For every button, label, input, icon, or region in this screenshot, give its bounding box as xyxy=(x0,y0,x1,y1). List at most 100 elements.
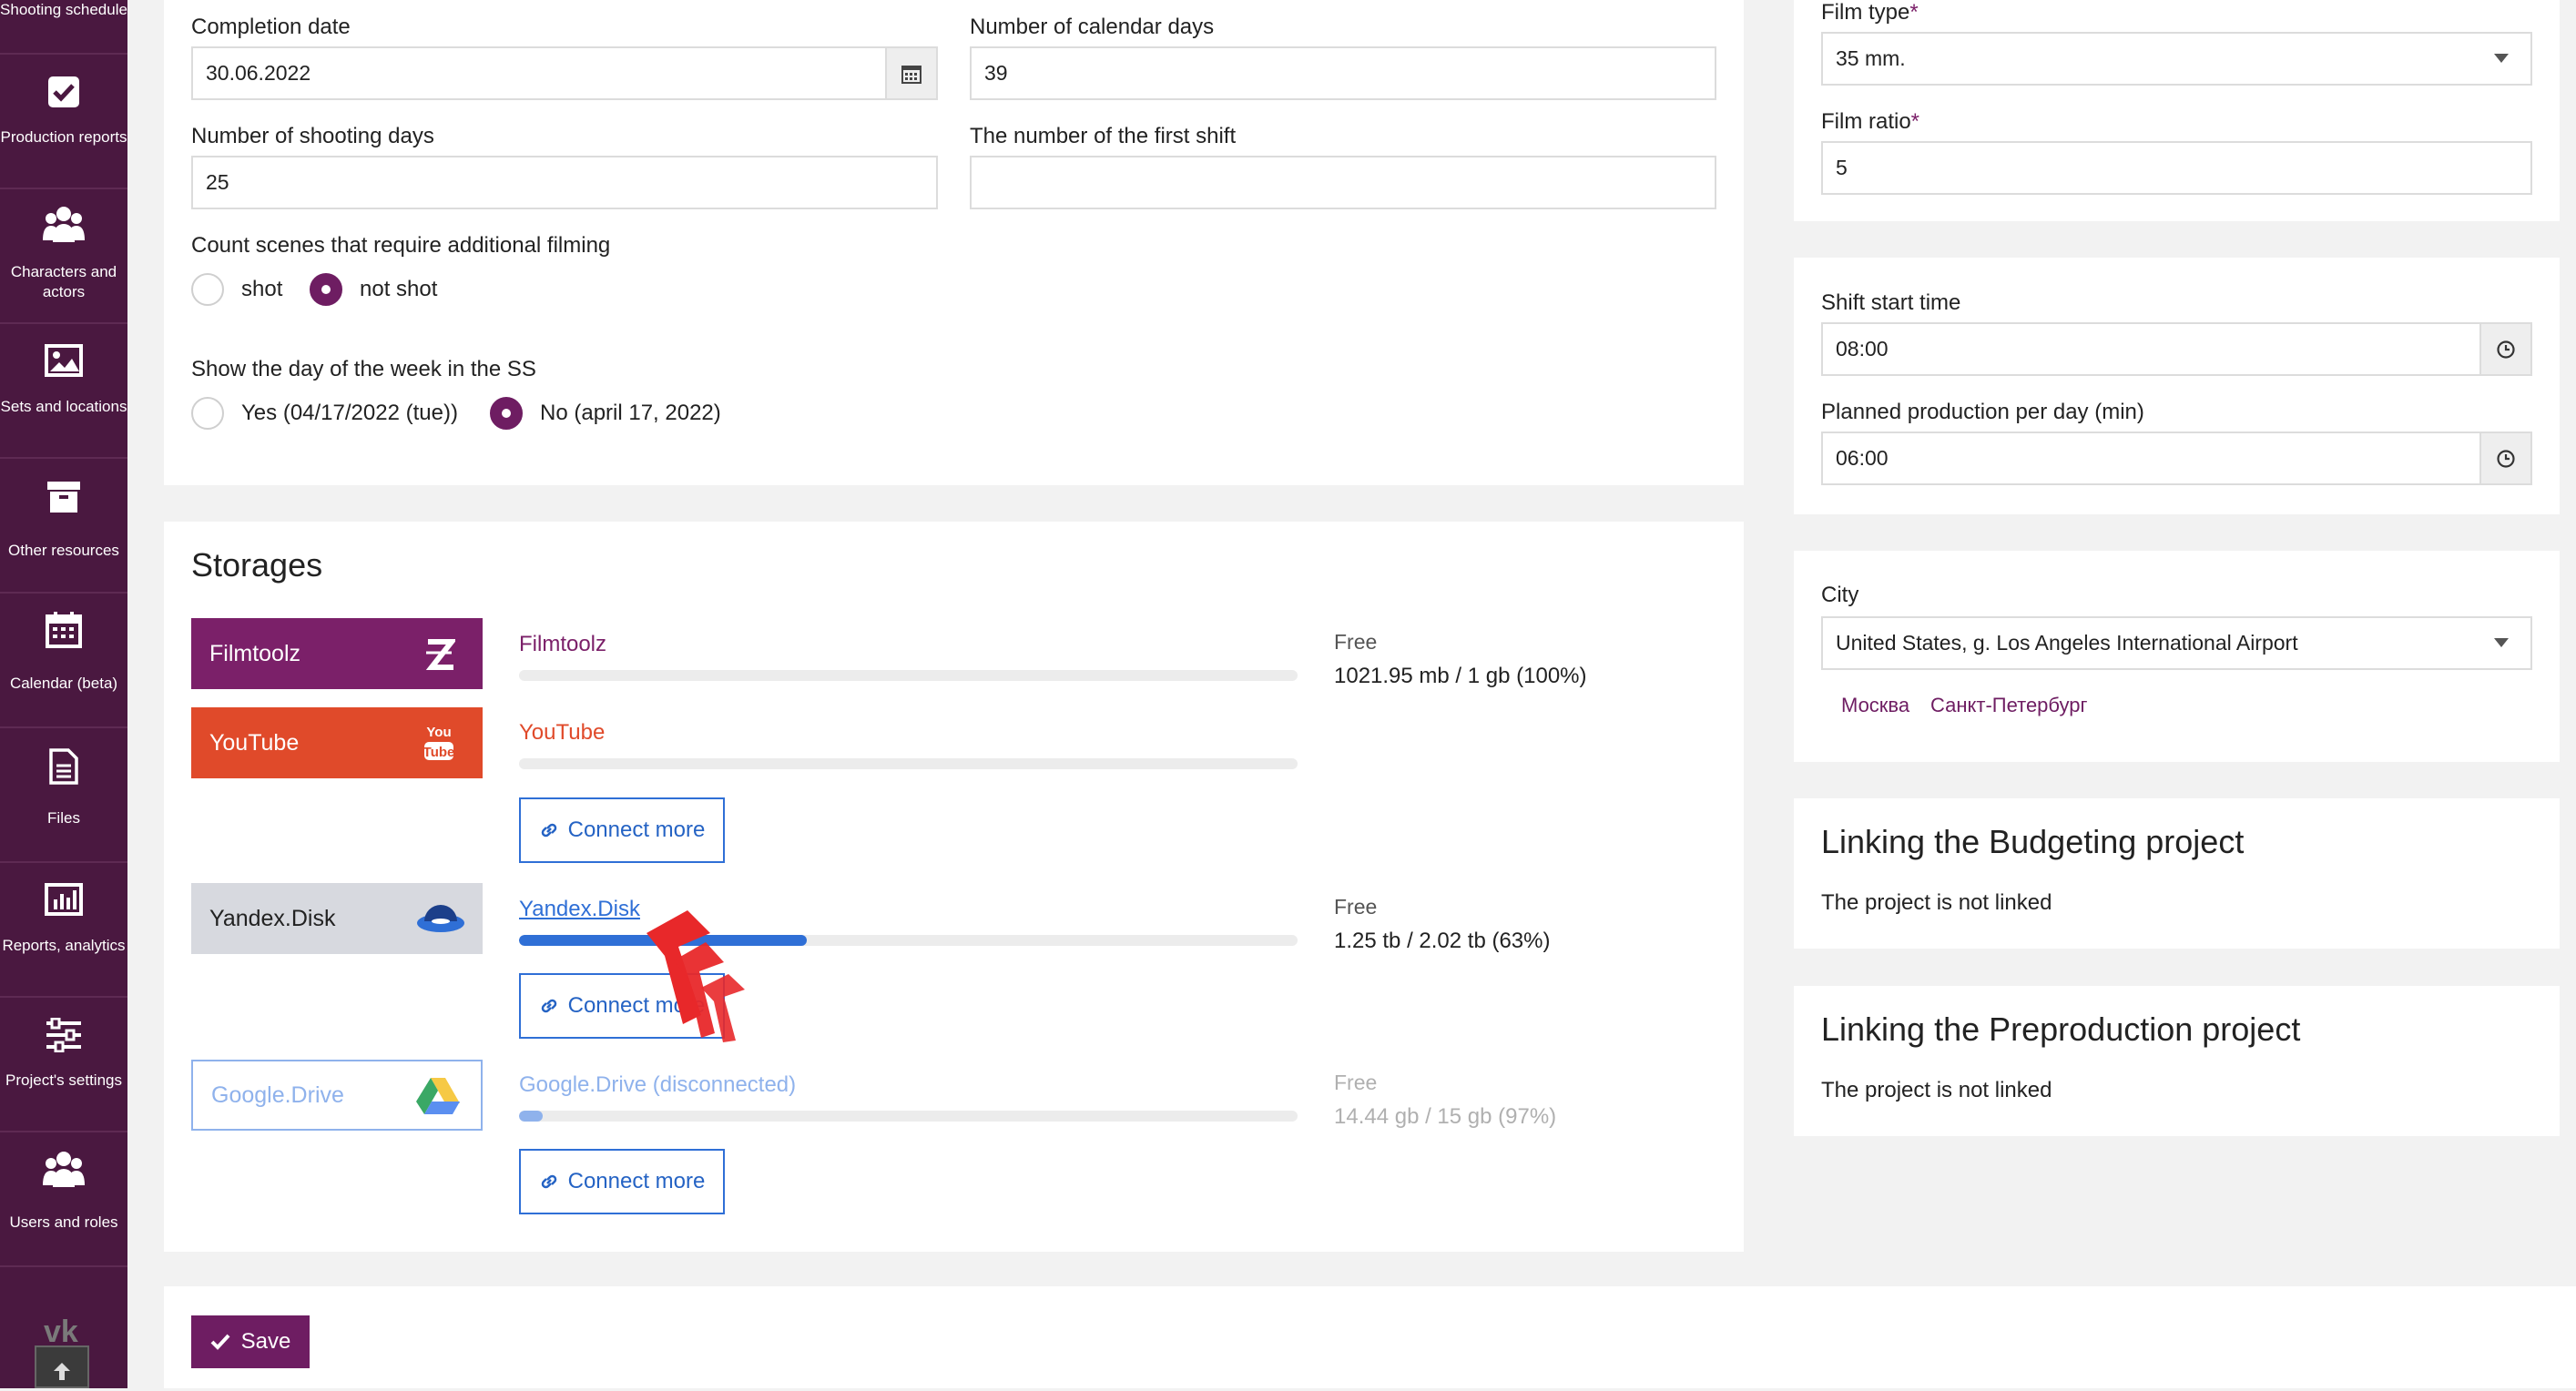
storage-badge-yandex-disk[interactable]: Yandex.Disk xyxy=(191,883,483,954)
radio-yes-day[interactable] xyxy=(191,397,224,430)
archive-icon xyxy=(47,482,80,513)
chevron-down-icon xyxy=(2494,53,2509,63)
storage-name-yandex-disk[interactable]: Yandex.Disk xyxy=(519,897,640,922)
link-icon xyxy=(541,823,556,838)
radio-not-shot-label: not shot xyxy=(360,277,438,301)
film-type-select[interactable]: 35 mm. xyxy=(1821,32,2532,86)
sidebar-item-label: Production reports xyxy=(0,128,127,146)
shift-start-value: 08:00 xyxy=(1836,337,1889,360)
planned-production-input[interactable]: 06:00 xyxy=(1821,432,2532,485)
link-icon xyxy=(541,999,556,1013)
completion-date-value: 30.06.2022 xyxy=(206,61,311,85)
shift-start-label: Shift start time xyxy=(1821,290,1961,315)
sidebar-item-users-roles[interactable]: Users and roles xyxy=(0,1132,127,1267)
calendar-picker-button[interactable] xyxy=(885,48,936,98)
city-value: United States, g. Los Angeles Internatio… xyxy=(1836,631,2298,655)
storage-usage-bar xyxy=(519,935,1298,946)
radio-not-shot[interactable] xyxy=(310,273,342,306)
arrow-up-icon xyxy=(54,1363,70,1380)
storage-badge-google-drive[interactable]: Google.Drive xyxy=(191,1060,483,1131)
connect-more-label: Connect more xyxy=(567,1169,706,1193)
completion-date-label: Completion date xyxy=(191,15,351,39)
sidebar-item-project-settings[interactable]: Project's settings xyxy=(0,998,127,1132)
storage-usage-bar xyxy=(519,1111,1298,1122)
sidebar-item-label: Characters and actors xyxy=(10,263,117,300)
project-settings-panel: Completion date 30.06.2022 Number of cal… xyxy=(164,0,1744,485)
city-link-saint-petersburg[interactable]: Санкт-Петербург xyxy=(1930,694,2088,717)
shooting-days-input[interactable]: 25 xyxy=(191,156,938,209)
footer-panel xyxy=(164,1286,2576,1388)
link-icon xyxy=(541,1174,556,1189)
time-picker-button[interactable] xyxy=(2479,433,2530,483)
sidebar-item-label: Other resources xyxy=(8,542,119,559)
storage-usage-bar xyxy=(519,758,1298,769)
budget-link-panel: Linking the Budgeting project The projec… xyxy=(1794,798,2560,949)
city-select[interactable]: United States, g. Los Angeles Internatio… xyxy=(1821,616,2532,670)
storage-badge-label: YouTube xyxy=(209,729,300,756)
first-shift-input[interactable] xyxy=(970,156,1716,209)
sidebar: Shooting schedule Production reports Cha… xyxy=(0,0,127,1388)
storage-badge-filmtoolz[interactable]: Filmtoolz xyxy=(191,618,483,689)
sidebar-item-characters[interactable]: Characters and actors xyxy=(0,189,127,324)
time-picker-button[interactable] xyxy=(2479,324,2530,374)
storage-free-label: Free xyxy=(1334,1071,1378,1094)
users-icon xyxy=(43,207,85,242)
budget-link-title: Linking the Budgeting project xyxy=(1821,823,2245,860)
storage-name-google-drive[interactable]: Google.Drive (disconnected) xyxy=(519,1072,796,1098)
sidebar-item-production-reports[interactable]: Production reports xyxy=(0,55,127,189)
svg-text:You: You xyxy=(426,725,451,740)
save-button[interactable]: Save xyxy=(191,1315,310,1368)
city-label: City xyxy=(1821,583,1859,607)
shift-panel: Shift start time 08:00 Planned productio… xyxy=(1794,258,2560,514)
preproduction-link-title: Linking the Preproduction project xyxy=(1821,1010,2301,1048)
connect-more-button[interactable]: Connect more xyxy=(519,797,725,863)
day-of-week-label: Show the day of the week in the SS xyxy=(191,357,536,381)
radio-yes-day-label: Yes (04/17/2022 (tue)) xyxy=(241,401,458,425)
sidebar-item-label: Sets and locations xyxy=(0,398,127,415)
sidebar-item-label: Project's settings xyxy=(5,1071,122,1089)
shift-start-input[interactable]: 08:00 xyxy=(1821,322,2532,376)
storage-badge-label: Yandex.Disk xyxy=(209,905,336,931)
storage-free-value: 1.25 tb / 2.02 tb (63%) xyxy=(1334,929,1551,953)
count-scenes-label: Count scenes that require additional fil… xyxy=(191,233,611,258)
film-panel: Film type* 35 mm. Film ratio* 5 xyxy=(1794,0,2560,221)
sidebar-item-sets[interactable]: Sets and locations xyxy=(0,324,127,459)
radio-no-day[interactable] xyxy=(490,397,523,430)
city-link-moscow[interactable]: Москва xyxy=(1841,694,1909,717)
calendar-icon xyxy=(901,65,921,84)
sliders-icon xyxy=(46,1018,81,1052)
yandex-disk-logo-icon xyxy=(417,905,464,932)
preproduction-link-panel: Linking the Preproduction project The pr… xyxy=(1794,986,2560,1136)
sidebar-item-label: Reports, analytics xyxy=(2,937,126,954)
sidebar-item-calendar[interactable]: Calendar (beta) xyxy=(0,594,127,728)
film-ratio-input[interactable]: 5 xyxy=(1821,141,2532,195)
chevron-down-icon xyxy=(2494,637,2509,647)
storage-usage-fill xyxy=(519,1111,543,1122)
storage-free-label: Free xyxy=(1334,630,1378,654)
storage-free-value: 1021.95 mb / 1 gb (100%) xyxy=(1334,664,1587,688)
storage-badge-label: Google.Drive xyxy=(211,1081,344,1108)
sidebar-item-files[interactable]: Files xyxy=(0,728,127,863)
connect-more-button[interactable]: Connect more xyxy=(519,1149,725,1214)
storage-name-youtube[interactable]: YouTube xyxy=(519,720,605,746)
sidebar-item-other-resources[interactable]: Other resources xyxy=(0,459,127,594)
required-mark: * xyxy=(1910,109,1920,134)
storage-name-filmtoolz[interactable]: Filmtoolz xyxy=(519,632,606,657)
shooting-days-label: Number of shooting days xyxy=(191,124,434,148)
sidebar-item-reports[interactable]: Reports, analytics xyxy=(0,863,127,998)
film-type-label: Film type* xyxy=(1821,0,1919,25)
radio-shot[interactable] xyxy=(191,273,224,306)
check-icon xyxy=(210,1334,230,1350)
film-type-label-text: Film type xyxy=(1821,0,1910,25)
clock-icon xyxy=(2497,449,2515,468)
storage-badge-youtube[interactable]: YouTube You Tube xyxy=(191,707,483,778)
storage-usage-bar xyxy=(519,670,1298,681)
scroll-top-button[interactable] xyxy=(35,1345,89,1388)
calendar-days-input[interactable]: 39 xyxy=(970,46,1716,100)
planned-production-label: Planned production per day (min) xyxy=(1821,400,2144,424)
planned-production-value: 06:00 xyxy=(1836,446,1889,470)
image-icon xyxy=(45,344,83,377)
completion-date-input[interactable]: 30.06.2022 xyxy=(191,46,938,100)
preproduction-link-status: The project is not linked xyxy=(1821,1078,2052,1102)
sidebar-item-shooting-schedule[interactable]: Shooting schedule xyxy=(0,0,127,55)
